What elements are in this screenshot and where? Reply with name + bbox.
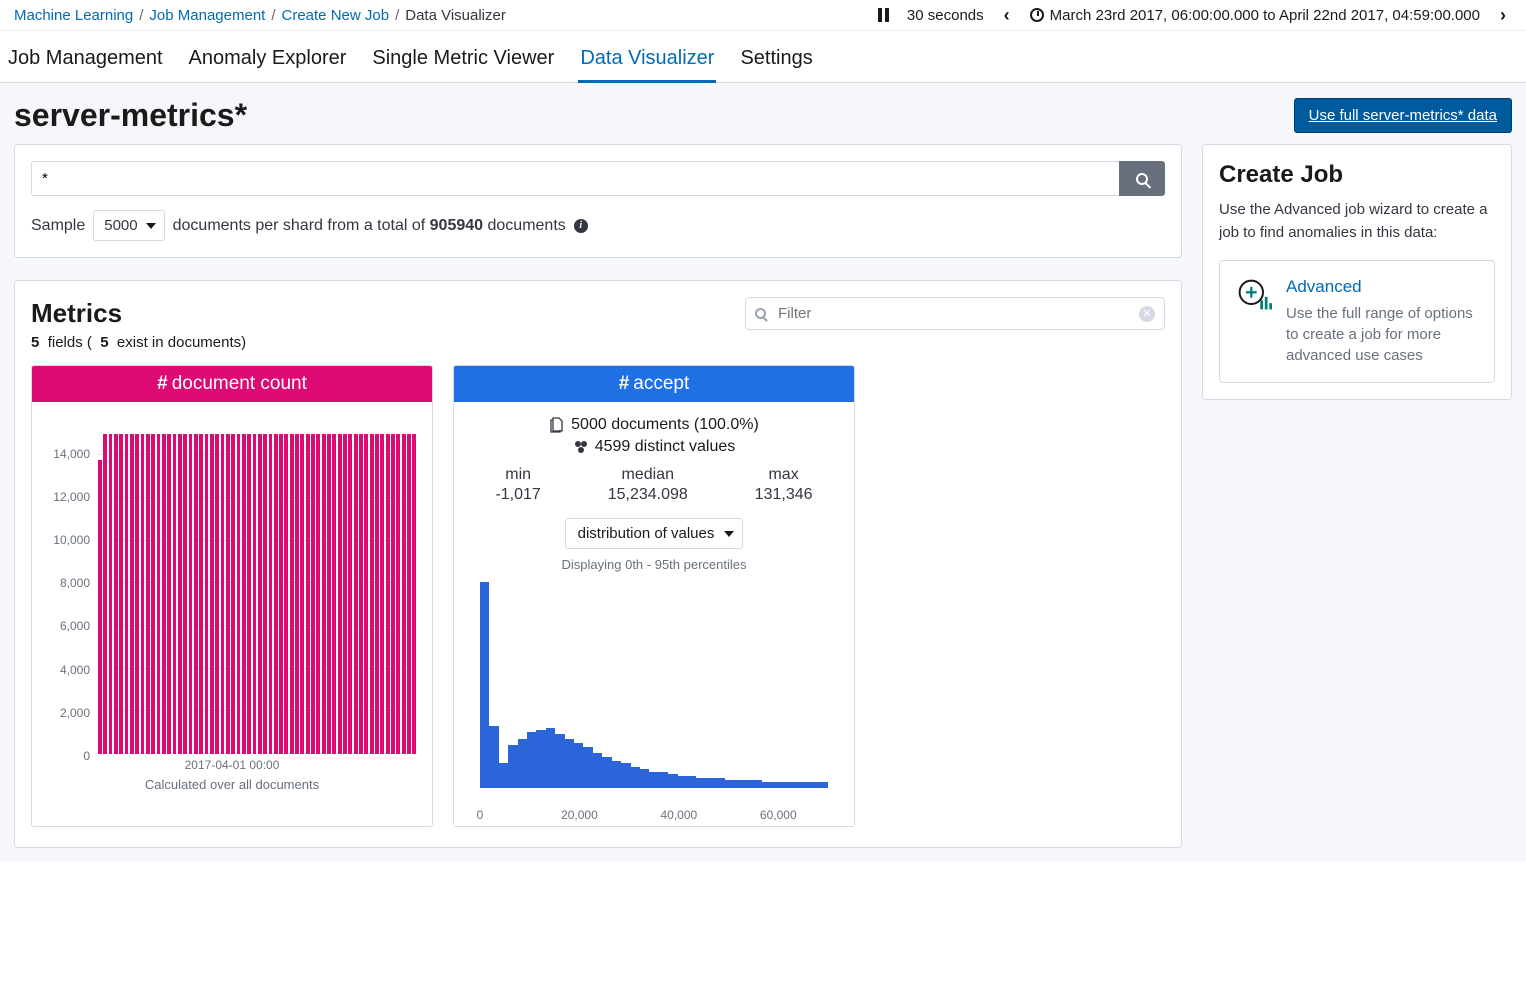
chevron-down-icon: [146, 223, 156, 229]
search-icon: [755, 308, 766, 319]
chart-note: Calculated over all documents: [40, 777, 424, 792]
median-label: median: [608, 466, 688, 484]
distribution-select[interactable]: distribution of values: [565, 518, 744, 549]
metrics-panel: Metrics ✕ 5 fields ( 5 exist in document…: [14, 280, 1182, 848]
advanced-title: Advanced: [1286, 277, 1478, 297]
card-header-document-count: #document count: [32, 366, 432, 402]
next-time-icon[interactable]: ›: [1494, 6, 1512, 24]
fields-count: 5 fields ( 5 exist in documents): [31, 334, 1165, 351]
x-tick: 2017-04-01 00:00: [185, 758, 280, 772]
search-button[interactable]: [1119, 161, 1165, 196]
total-docs: 905940: [430, 217, 483, 234]
breadcrumb-link-1[interactable]: Job Management: [149, 7, 265, 24]
breadcrumb: Machine Learning / Job Management / Crea…: [14, 7, 506, 24]
advanced-icon: [1236, 277, 1272, 313]
card-document-count: #document count 02,0004,0006,0008,00010,…: [31, 365, 433, 827]
card-accept: #accept 5000 documents (100.0%) 4599 dis…: [453, 365, 855, 827]
pause-icon[interactable]: [875, 6, 893, 24]
percentile-note: Displaying 0th - 95th percentiles: [462, 557, 846, 572]
min-label: min: [495, 466, 540, 484]
sample-select[interactable]: 5000: [93, 210, 164, 241]
metrics-title: Metrics: [31, 298, 122, 329]
breadcrumb-link-3[interactable]: Data Visualizer: [405, 7, 506, 24]
clear-filter-icon[interactable]: ✕: [1139, 306, 1155, 322]
advanced-desc: Use the full range of options to create …: [1286, 303, 1478, 366]
max-label: max: [755, 466, 813, 484]
tab-job-management[interactable]: Job Management: [6, 41, 165, 82]
nav-tabs: Job Management Anomaly Explorer Single M…: [0, 31, 1526, 83]
max-value: 131,346: [755, 486, 813, 504]
search-panel: Sample 5000 documents per shard from a t…: [14, 144, 1182, 258]
document-count-chart: 02,0004,0006,0008,00010,00012,00014,000 …: [40, 412, 424, 792]
tab-single-metric[interactable]: Single Metric Viewer: [370, 41, 556, 82]
create-job-desc: Use the Advanced job wizard to create a …: [1219, 199, 1495, 244]
sample-label: Sample: [31, 217, 85, 235]
distribution-chart: 020,00040,00060,000: [462, 582, 846, 812]
info-icon[interactable]: i: [574, 219, 588, 233]
docs-count: 5000 documents (100.0%): [571, 416, 759, 434]
refresh-interval[interactable]: 30 seconds: [907, 7, 984, 24]
chevron-down-icon: [724, 531, 734, 537]
search-icon: [1136, 173, 1148, 185]
tab-settings[interactable]: Settings: [738, 41, 814, 82]
distinct-icon: [573, 439, 589, 455]
advanced-job-card[interactable]: Advanced Use the full range of options t…: [1219, 260, 1495, 383]
tab-anomaly-explorer[interactable]: Anomaly Explorer: [187, 41, 349, 82]
min-value: -1,017: [495, 486, 540, 504]
breadcrumb-link-2[interactable]: Create New Job: [282, 7, 390, 24]
breadcrumb-link-0[interactable]: Machine Learning: [14, 7, 133, 24]
page-title: server-metrics*: [14, 97, 247, 134]
card-header-accept: #accept: [454, 366, 854, 402]
tab-data-visualizer[interactable]: Data Visualizer: [578, 41, 716, 83]
prev-time-icon[interactable]: ‹: [998, 6, 1016, 24]
create-job-panel: Create Job Use the Advanced job wizard t…: [1202, 144, 1512, 400]
documents-icon: [549, 417, 565, 433]
sample-row: Sample 5000 documents per shard from a t…: [31, 210, 1165, 241]
time-range[interactable]: March 23rd 2017, 06:00:00.000 to April 2…: [1030, 7, 1480, 24]
search-input[interactable]: [31, 161, 1119, 196]
distinct-count: 4599 distinct values: [595, 438, 736, 456]
date-range-text: March 23rd 2017, 06:00:00.000 to April 2…: [1050, 7, 1480, 24]
create-job-title: Create Job: [1219, 161, 1495, 189]
filter-input[interactable]: [745, 297, 1165, 330]
clock-icon: [1030, 8, 1044, 22]
use-full-data-button[interactable]: Use full server-metrics* data: [1294, 98, 1512, 133]
median-value: 15,234.098: [608, 486, 688, 504]
